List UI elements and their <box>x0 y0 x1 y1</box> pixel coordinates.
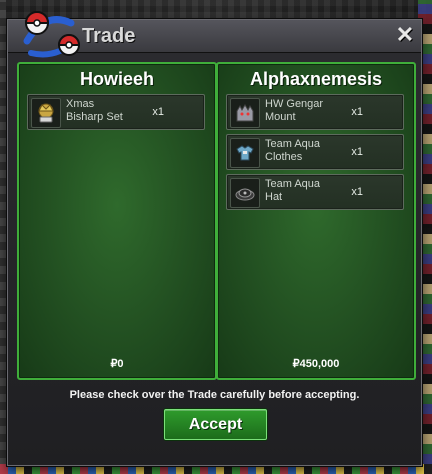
item-quantity: x1 <box>351 186 363 198</box>
item-list: HW Gengar Mount x1 Team Aqua Clothes x1 <box>226 94 404 214</box>
accept-button[interactable]: Accept <box>164 409 267 440</box>
trade-item[interactable]: Xmas Bisharp Set x1 <box>27 94 205 130</box>
item-quantity: x1 <box>351 106 363 118</box>
item-name-line2: Clothes <box>265 151 303 163</box>
item-name-line2: Bisharp Set <box>66 111 123 123</box>
trader-panel-left: Howieeh Xmas Bisharp Set x1 ₽0 <box>17 62 217 380</box>
pokeball-top-icon <box>24 11 50 35</box>
item-name: Team Aqua Clothes <box>265 138 355 164</box>
gengar-mount-icon <box>230 98 260 128</box>
team-aqua-clothes-icon <box>230 138 260 168</box>
trader-name: Alphaxnemesis <box>249 69 383 89</box>
item-name: Xmas Bisharp Set <box>66 98 156 124</box>
item-list: Xmas Bisharp Set x1 <box>27 94 205 134</box>
window-title: Trade <box>82 25 136 47</box>
trade-notice: Please check over the Trade carefully be… <box>69 389 360 401</box>
trade-item[interactable]: Team Aqua Hat x1 <box>226 174 404 210</box>
pokeball-logo-icon <box>23 11 81 58</box>
xmas-bisharp-set-icon <box>31 98 61 128</box>
item-name-line1: Team Aqua <box>265 138 321 150</box>
team-aqua-hat-icon <box>230 178 260 208</box>
close-icon[interactable]: ✕ <box>395 24 415 46</box>
item-name: HW Gengar Mount <box>265 98 355 124</box>
trader-name: Howieeh <box>79 69 154 89</box>
trade-item[interactable]: HW Gengar Mount x1 <box>226 94 404 130</box>
item-name: Team Aqua Hat <box>265 178 355 204</box>
money-offer: ₽0 <box>110 358 124 370</box>
item-name-line1: Xmas <box>66 98 95 110</box>
item-name-line2: Hat <box>265 191 283 203</box>
trade-window: Trade ✕ Howieeh Xmas Bisharp Set x1 ₽0 A… <box>7 11 422 466</box>
item-name-line2: Mount <box>265 111 296 123</box>
item-name-line1: HW Gengar <box>265 98 324 110</box>
item-quantity: x1 <box>351 146 363 158</box>
trader-panel-right: Alphaxnemesis HW Gengar Mount x1 Team Aq… <box>216 62 416 380</box>
game-background-left <box>0 0 6 474</box>
item-quantity: x1 <box>152 106 164 118</box>
trade-item[interactable]: Team Aqua Clothes x1 <box>226 134 404 170</box>
money-offer: ₽450,000 <box>292 358 340 370</box>
item-name-line1: Team Aqua <box>265 178 321 190</box>
pokeball-bottom-icon <box>57 34 81 56</box>
